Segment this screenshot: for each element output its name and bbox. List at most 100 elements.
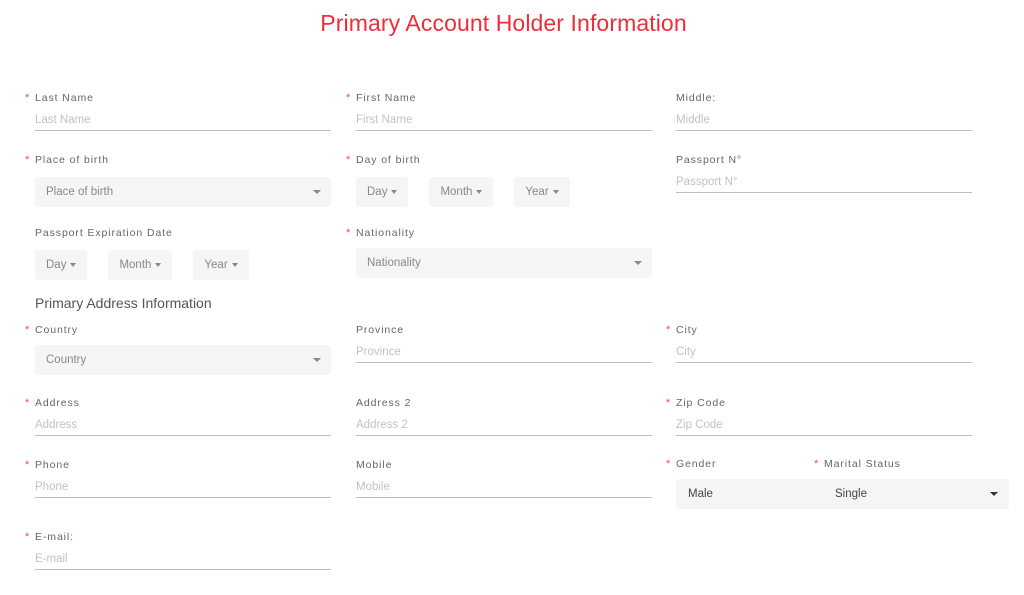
required-marker: * bbox=[346, 92, 352, 104]
last-name-label-text: Last Name bbox=[35, 92, 94, 104]
address-field: * Address bbox=[25, 396, 331, 436]
required-marker: * bbox=[666, 397, 672, 409]
expiration-day-select[interactable]: Day bbox=[35, 250, 88, 280]
expiration-month-value: Month bbox=[119, 259, 152, 271]
place-of-birth-field: * Place of birth Place of birth bbox=[25, 153, 331, 207]
address2-input[interactable] bbox=[356, 414, 652, 436]
birth-year-value: Year bbox=[525, 186, 549, 198]
zip-code-field: * Zip Code bbox=[666, 396, 972, 436]
place-of-birth-label-text: Place of birth bbox=[35, 154, 109, 166]
caret-down-icon bbox=[552, 189, 559, 194]
address-section-heading: Primary Address Information bbox=[35, 295, 212, 311]
required-marker: * bbox=[25, 154, 31, 166]
passport-number-label: Passport N° bbox=[676, 154, 743, 166]
required-marker: * bbox=[25, 397, 31, 409]
passport-expiration-label: Passport Expiration Date bbox=[35, 227, 173, 239]
nationality-field: * Nationality Nationality bbox=[346, 226, 652, 278]
last-name-input[interactable] bbox=[35, 109, 331, 131]
marital-status-value[interactable]: Single bbox=[835, 479, 867, 509]
phone-field: * Phone bbox=[25, 458, 331, 498]
city-label-text: City bbox=[676, 324, 698, 336]
birth-day-select[interactable]: Day bbox=[356, 177, 409, 207]
required-marker: * bbox=[25, 531, 31, 543]
zip-code-label: * Zip Code bbox=[666, 396, 972, 410]
nationality-label-text: Nationality bbox=[356, 227, 415, 239]
province-input[interactable] bbox=[356, 341, 652, 363]
required-marker: * bbox=[25, 92, 31, 104]
country-label-text: Country bbox=[35, 324, 79, 336]
mobile-label: Mobile bbox=[356, 459, 393, 471]
birth-month-select[interactable]: Month bbox=[429, 177, 494, 207]
city-input[interactable] bbox=[676, 341, 972, 363]
middle-name-input[interactable] bbox=[676, 109, 972, 131]
caret-down-icon bbox=[155, 262, 162, 267]
day-of-birth-field: * Day of birth Day Month Year bbox=[346, 153, 652, 207]
nationality-select[interactable]: Nationality bbox=[356, 248, 652, 278]
birth-day-value: Day bbox=[367, 186, 388, 198]
required-marker: * bbox=[666, 458, 672, 470]
country-field: * Country Country bbox=[25, 323, 331, 375]
address-input[interactable] bbox=[35, 414, 331, 436]
address2-field: Address 2 bbox=[356, 396, 652, 436]
zip-code-input[interactable] bbox=[676, 414, 972, 436]
gender-marital-select[interactable]: Male Single bbox=[676, 479, 1009, 509]
nationality-label: * Nationality bbox=[346, 226, 652, 240]
caret-down-icon bbox=[313, 358, 321, 362]
middle-name-field: Middle: bbox=[676, 91, 972, 131]
marital-status-field: * Marital Status bbox=[814, 457, 1004, 471]
required-marker: * bbox=[25, 324, 31, 336]
address2-label: Address 2 bbox=[356, 397, 412, 409]
phone-label-text: Phone bbox=[35, 459, 70, 471]
last-name-field: * Last Name bbox=[25, 91, 331, 131]
address-label-text: Address bbox=[35, 397, 80, 409]
first-name-field: * First Name bbox=[346, 91, 652, 131]
phone-input[interactable] bbox=[35, 476, 331, 498]
required-marker: * bbox=[25, 459, 31, 471]
mobile-field: Mobile bbox=[356, 458, 652, 498]
day-of-birth-selects: Day Month Year bbox=[356, 177, 652, 207]
day-of-birth-label: * Day of birth bbox=[346, 153, 652, 167]
expiration-month-select[interactable]: Month bbox=[108, 250, 173, 280]
gender-field: * Gender bbox=[666, 457, 816, 471]
email-label: * E-mail: bbox=[25, 530, 331, 544]
caret-down-icon bbox=[231, 262, 238, 267]
zip-code-label-text: Zip Code bbox=[676, 397, 726, 409]
marital-status-label: * Marital Status bbox=[814, 457, 1004, 471]
middle-name-label: Middle: bbox=[676, 92, 717, 104]
country-select[interactable]: Country bbox=[35, 345, 331, 375]
day-of-birth-label-text: Day of birth bbox=[356, 154, 421, 166]
email-field: * E-mail: bbox=[25, 530, 331, 570]
email-input[interactable] bbox=[35, 548, 331, 570]
province-field: Province bbox=[356, 323, 652, 363]
passport-number-input[interactable] bbox=[676, 171, 972, 193]
caret-down-icon bbox=[990, 492, 998, 496]
caret-down-icon bbox=[313, 190, 321, 194]
passport-expiration-field: Passport Expiration Date Day Month Year bbox=[35, 226, 331, 280]
required-marker: * bbox=[346, 227, 352, 239]
phone-label: * Phone bbox=[25, 458, 331, 472]
mobile-input[interactable] bbox=[356, 476, 652, 498]
passport-expiration-selects: Day Month Year bbox=[35, 250, 331, 280]
email-label-text: E-mail: bbox=[35, 531, 74, 543]
expiration-year-select[interactable]: Year bbox=[193, 250, 249, 280]
page-title: Primary Account Holder Information bbox=[320, 10, 687, 36]
required-marker: * bbox=[666, 324, 672, 336]
country-value: Country bbox=[46, 354, 87, 366]
birth-month-value: Month bbox=[440, 186, 473, 198]
place-of-birth-select[interactable]: Place of birth bbox=[35, 177, 331, 207]
first-name-label: * First Name bbox=[346, 91, 652, 105]
birth-year-select[interactable]: Year bbox=[514, 177, 570, 207]
caret-down-icon bbox=[391, 189, 398, 194]
country-label: * Country bbox=[25, 323, 331, 337]
place-of-birth-label: * Place of birth bbox=[25, 153, 331, 167]
passport-number-field: Passport N° bbox=[676, 153, 972, 193]
gender-value[interactable]: Male bbox=[688, 479, 713, 509]
caret-down-icon bbox=[70, 262, 77, 267]
required-marker: * bbox=[814, 458, 820, 470]
caret-down-icon bbox=[476, 189, 483, 194]
city-field: * City bbox=[666, 323, 972, 363]
caret-down-icon bbox=[634, 261, 642, 265]
last-name-label: * Last Name bbox=[25, 91, 331, 105]
first-name-input[interactable] bbox=[356, 109, 652, 131]
gender-label: * Gender bbox=[666, 457, 816, 471]
